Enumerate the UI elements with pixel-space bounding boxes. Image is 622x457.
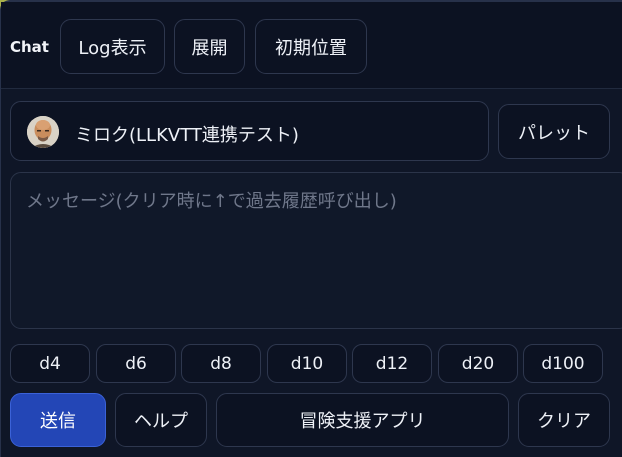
chat-panel: Chat Log表示 展開 初期位置 ミロク(LLKVTT連携テスト) パレット… xyxy=(0,0,622,457)
chat-header: Chat Log表示 展開 初期位置 xyxy=(1,2,622,89)
dice-d12-button[interactable]: d12 xyxy=(352,344,432,383)
bald-man-avatar-icon xyxy=(27,116,59,148)
dice-d4-button[interactable]: d4 xyxy=(10,344,90,383)
dice-d6-button[interactable]: d6 xyxy=(96,344,176,383)
adventure-support-app-button[interactable]: 冒険支援アプリ xyxy=(216,393,509,447)
message-input[interactable]: メッセージ(クリア時に↑で過去履歴呼び出し) xyxy=(10,172,622,329)
dice-d8-button[interactable]: d8 xyxy=(181,344,261,383)
dice-d20-button[interactable]: d20 xyxy=(438,344,518,383)
character-selector[interactable]: ミロク(LLKVTT連携テスト) xyxy=(10,101,489,161)
dice-d100-button[interactable]: d100 xyxy=(523,344,603,383)
clear-button[interactable]: クリア xyxy=(518,393,610,447)
message-placeholder: メッセージ(クリア時に↑で過去履歴呼び出し) xyxy=(26,191,397,212)
reset-position-button[interactable]: 初期位置 xyxy=(255,19,367,74)
palette-button[interactable]: パレット xyxy=(498,104,610,159)
character-name: ミロク(LLKVTT連携テスト) xyxy=(75,125,299,146)
log-display-button[interactable]: Log表示 xyxy=(60,19,165,74)
expand-button[interactable]: 展開 xyxy=(174,19,245,74)
chat-title: Chat xyxy=(10,38,49,56)
help-button[interactable]: ヘルプ xyxy=(115,393,207,447)
dice-d10-button[interactable]: d10 xyxy=(267,344,347,383)
send-button[interactable]: 送信 xyxy=(10,393,106,447)
